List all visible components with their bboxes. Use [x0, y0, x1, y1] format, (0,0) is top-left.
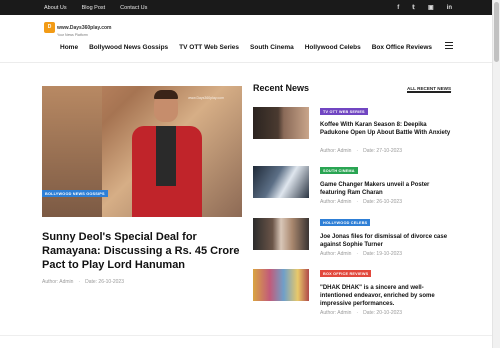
list-item-date: Date: 20-10-2023 — [363, 310, 402, 316]
nav-bollywood-news-gossips[interactable]: Bollywood News Gossips — [89, 44, 168, 51]
facebook-icon[interactable]: f — [397, 5, 399, 11]
list-item-date: Date: 26-10-2023 — [363, 199, 402, 205]
feature-category-badge[interactable]: BOLLYWOOD NEWS GOSSIPS — [42, 190, 108, 197]
contact-us-link[interactable]: Contact Us — [120, 5, 147, 11]
feature-title[interactable]: Sunny Deol's Special Deal for Ramayana: … — [42, 230, 244, 272]
list-item-meta: Author: Admin · Date: 26-10-2023 — [320, 199, 402, 205]
logo-name: www.Days360play.com — [57, 25, 112, 31]
list-item-date: Date: 19-10-2023 — [363, 251, 402, 257]
feature-date: Date: 26-10-2023 — [85, 279, 124, 285]
list-item-author: Author: Admin — [320, 251, 352, 257]
image-watermark: www.Days360play.com — [188, 96, 224, 100]
list-item-meta: Author: Admin · Date: 27-10-2023 — [320, 148, 402, 154]
list-item-author: Author: Admin — [320, 148, 352, 154]
list-item-meta: Author: Admin · Date: 20-10-2023 — [320, 310, 402, 316]
page-scrollbar[interactable] — [492, 0, 500, 348]
list-item-category-badge[interactable]: BOX OFFICE REVIEWS — [320, 270, 372, 277]
site-logo[interactable]: D www.Days360play.com Your News Platform — [44, 17, 111, 38]
feature-meta: Author: Admin · Date: 26-10-2023 — [42, 279, 124, 285]
feature-person-photo — [132, 90, 202, 217]
list-item-thumbnail[interactable] — [253, 166, 309, 198]
logo-tagline: Your News Platform — [57, 33, 88, 37]
list-item-meta: Author: Admin · Date: 19-10-2023 — [320, 251, 402, 257]
top-links: About Us Blog Post Contact Us — [44, 0, 162, 15]
list-item-date: Date: 27-10-2023 — [363, 148, 402, 154]
linkedin-icon[interactable]: in — [447, 5, 452, 11]
footer-divider — [0, 335, 492, 336]
twitter-icon[interactable]: 𝕥 — [412, 4, 415, 11]
social-links: f 𝕥 ▣ in — [384, 0, 452, 15]
list-item-author: Author: Admin — [320, 199, 352, 205]
header-divider — [0, 62, 492, 63]
list-item-author: Author: Admin — [320, 310, 352, 316]
about-us-link[interactable]: About Us — [44, 5, 67, 11]
nav-box-office-reviews[interactable]: Box Office Reviews — [372, 44, 432, 51]
hamburger-menu-icon[interactable] — [445, 42, 453, 49]
nav-hollywood-celebs[interactable]: Hollywood Celebs — [305, 44, 361, 51]
list-item-thumbnail[interactable] — [253, 269, 309, 301]
list-item-category-badge[interactable]: SOUTH CINEMA — [320, 167, 358, 174]
nav-south-cinema[interactable]: South Cinema — [250, 44, 294, 51]
all-recent-news-link[interactable]: ALL RECENT NEWS — [407, 86, 452, 93]
main-nav: Home Bollywood News Gossips TV OTT Web S… — [60, 40, 443, 54]
list-item-thumbnail[interactable] — [253, 218, 309, 250]
blog-post-link[interactable]: Blog Post — [82, 5, 106, 11]
top-bar: About Us Blog Post Contact Us f 𝕥 ▣ in — [0, 0, 492, 15]
instagram-icon[interactable]: ▣ — [428, 4, 434, 11]
logo-mark: D — [44, 21, 55, 33]
feature-image[interactable]: www.Days360play.com — [42, 86, 242, 217]
nav-home[interactable]: Home — [60, 44, 78, 51]
list-item-title[interactable]: Joe Jonas files for dismissal of divorce… — [320, 233, 455, 249]
list-item-title[interactable]: "DHAK DHAK" is a sincere and well-intent… — [320, 284, 455, 308]
nav-tv-ott-web-series[interactable]: TV OTT Web Series — [179, 44, 239, 51]
list-item-category-badge[interactable]: TV OTT WEB SERIES — [320, 108, 368, 115]
recent-news-heading: Recent News — [253, 83, 310, 93]
feature-author: Author: Admin — [42, 279, 74, 285]
list-item-title[interactable]: Game Changer Makers unveil a Poster feat… — [320, 181, 455, 197]
list-item-title[interactable]: Koffee With Karan Season 8: Deepika Padu… — [320, 121, 455, 137]
list-item-category-badge[interactable]: HOLLYWOOD CELEBS — [320, 219, 371, 226]
scrollbar-thumb[interactable] — [494, 2, 499, 62]
list-item-thumbnail[interactable] — [253, 107, 309, 139]
